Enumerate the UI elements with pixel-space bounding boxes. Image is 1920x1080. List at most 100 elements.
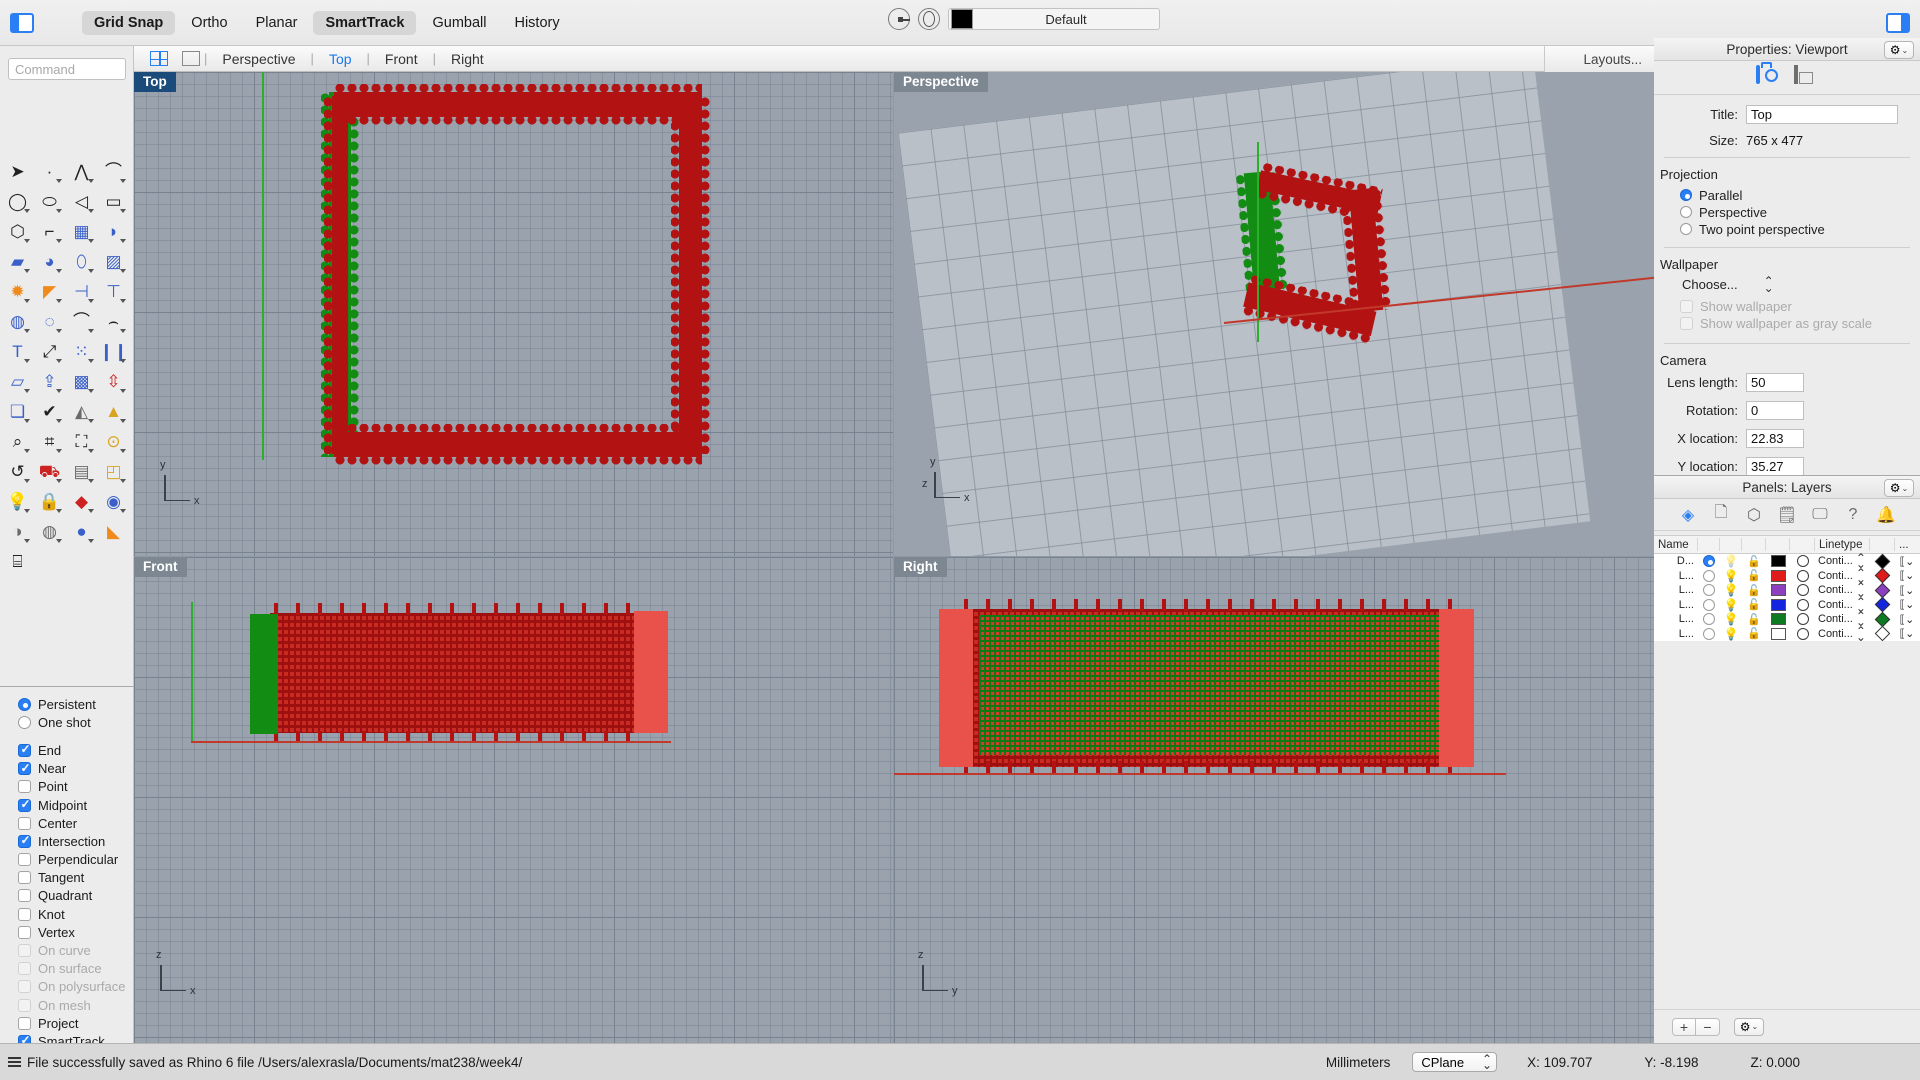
layer-current-radio[interactable] [1698,627,1720,642]
panel-left-icon[interactable] [10,12,34,33]
checkbox-icon[interactable] [18,1016,31,1030]
zoom-selected-icon[interactable]: ⊙ [98,426,129,456]
explode-icon[interactable]: ◤ [34,276,65,306]
arc-icon[interactable]: ◁ [66,186,97,216]
projection-perspective[interactable]: Perspective [1654,204,1920,220]
checkbox-icon[interactable] [18,833,31,848]
layer-visible-bulb-icon[interactable]: 💡 [1720,554,1742,569]
lock-icon[interactable]: 🔒 [34,486,65,516]
surface-grid-icon[interactable]: ▨ [98,246,129,276]
layer-material-swatch[interactable] [1870,567,1895,584]
osnap-project[interactable]: Project [18,1014,133,1032]
cylinder-icon[interactable]: ⬯ [66,246,97,276]
layer-visible-bulb-icon[interactable]: 💡 [1720,612,1742,627]
mode-toggle-ortho[interactable]: Ortho [179,11,239,35]
chevron-updown-icon[interactable]: ⌃ ⌄ [1482,1053,1492,1072]
radio-icon[interactable] [1680,223,1692,235]
table-row[interactable]: L... 💡 🔓 Conti... ⌃ ⌄ ⟦⌄ [1654,581,1920,600]
layer-more[interactable]: ⟦⌄ [1895,554,1919,569]
zoom-window-icon[interactable]: ⌗ [34,426,65,456]
cplane-dropdown[interactable]: CPlane ⌃ ⌄ [1412,1052,1498,1072]
polyline-icon[interactable]: ⋀ [66,156,97,186]
command-input[interactable]: Command [8,58,126,80]
radio-icon[interactable] [1680,206,1692,218]
layer-print-color[interactable] [1790,598,1815,613]
layer-visible-bulb-icon[interactable]: 💡 [1720,627,1742,642]
document-icon[interactable]: 🗋 [1710,504,1732,525]
viewport-label-right[interactable]: Right [894,557,947,577]
checkbox-icon[interactable] [18,742,31,757]
layer-color-swatch[interactable] [1766,627,1790,642]
projection-two-point[interactable]: Two point perspective [1654,221,1920,237]
named-views-icon[interactable]: 🗒 [1776,504,1798,525]
layer-current-radio[interactable] [1698,612,1720,627]
checkbox-icon[interactable] [18,853,31,867]
fillet-surface-icon[interactable]: ◍ [2,306,33,336]
viewport-top[interactable]: y x Top [134,72,893,556]
layer-more[interactable]: ⟦⌄ [1895,612,1919,627]
layer-visible-bulb-icon[interactable]: 💡 [1720,598,1742,613]
layer-more[interactable]: ⟦⌄ [1895,583,1919,598]
ghosted-view-icon[interactable]: ◍ [34,516,65,546]
blend-curve-icon[interactable]: ⌒ [66,306,97,336]
add-layer-button[interactable]: + [1672,1017,1696,1036]
extend-curve-icon[interactable]: ⌢ [98,306,129,336]
y-location-input[interactable]: 35.27 [1746,457,1804,476]
split-icon[interactable]: ⊤ [98,276,129,306]
osnap-midpoint[interactable]: Midpoint [18,796,133,814]
single-viewport-icon[interactable] [182,51,200,66]
viewport-perspective[interactable]: y z x Perspective [894,72,1654,556]
object-properties-icon[interactable]: ⬡ [1743,504,1765,525]
layer-print-color[interactable] [1790,554,1815,569]
wallpaper-choose-dropdown[interactable]: Choose... ⌃ ⌄ [1682,275,1920,294]
properties-icon[interactable]: ⌸ [2,546,33,576]
curve-icon[interactable]: ⌒ [98,156,129,186]
rectangular-array-icon[interactable]: ▩ [66,366,97,396]
checkbox-icon[interactable] [18,871,31,885]
viewport-label-front[interactable]: Front [134,557,187,577]
checkbox-icon[interactable] [18,816,31,830]
mode-toggle-planar[interactable]: Planar [244,11,310,35]
layer-material-swatch[interactable] [1870,553,1895,570]
surface-from-points-icon[interactable]: ▦ [66,216,97,246]
radio-icon[interactable] [18,697,31,711]
mode-toggle-grid-snap[interactable]: Grid Snap [82,10,176,35]
viewport-label-top[interactable]: Top [134,72,176,92]
mode-toggle-history[interactable]: History [502,11,571,35]
checkbox-icon[interactable] [18,761,31,776]
check-icon[interactable]: ✔ [34,396,65,426]
lens-length-input[interactable]: 50 [1746,373,1804,392]
material-color-chip[interactable] [951,9,973,29]
table-row[interactable]: L... 💡 🔓 Conti... ⌃ ⌄ ⟦⌄ [1654,624,1920,643]
checkbox-icon[interactable] [18,797,31,812]
layer-material-swatch[interactable] [1870,611,1895,628]
pyramid-icon[interactable]: ▲ [98,396,129,426]
trim-icon[interactable]: ⊣ [66,276,97,306]
table-row[interactable]: L... 💡 🔓 Conti... ⌃ ⌄ ⟦⌄ [1654,566,1920,585]
light-icon[interactable]: 💡 [2,486,33,516]
radio-icon[interactable] [1680,189,1692,201]
rotation-input[interactable]: 0 [1746,401,1804,420]
gear-icon[interactable]: ⚙ ⌄ [1884,41,1914,59]
display-mode-icon[interactable] [918,8,940,30]
layer-color-swatch[interactable] [1766,612,1790,627]
layer-visible-bulb-icon[interactable]: 💡 [1720,569,1742,584]
four-viewport-icon[interactable] [150,51,168,66]
osnap-mode-persistent[interactable]: Persistent [18,695,133,713]
layouts-button[interactable]: Layouts... [1544,46,1654,72]
mirror-icon[interactable]: ❙❙ [98,336,129,366]
osnap-intersection[interactable]: Intersection [18,832,133,850]
projection-parallel[interactable]: Parallel [1654,187,1920,203]
layer-material-swatch[interactable] [1870,596,1895,613]
layer-print-color[interactable] [1790,569,1815,584]
checkbox-icon[interactable] [18,780,31,794]
layer-lock-icon[interactable]: 🔓 [1742,554,1766,569]
checkbox-icon[interactable] [18,907,31,921]
layer-print-color[interactable] [1790,627,1815,642]
layer-color-swatch[interactable] [1766,598,1790,613]
camera-icon[interactable] [1756,64,1780,89]
viewport-right[interactable]: z y Right [894,557,1654,1043]
material-selector[interactable]: Default [948,8,1160,30]
hamburger-icon[interactable] [8,1057,21,1067]
display-icon[interactable]: 🖵 [1809,504,1831,525]
